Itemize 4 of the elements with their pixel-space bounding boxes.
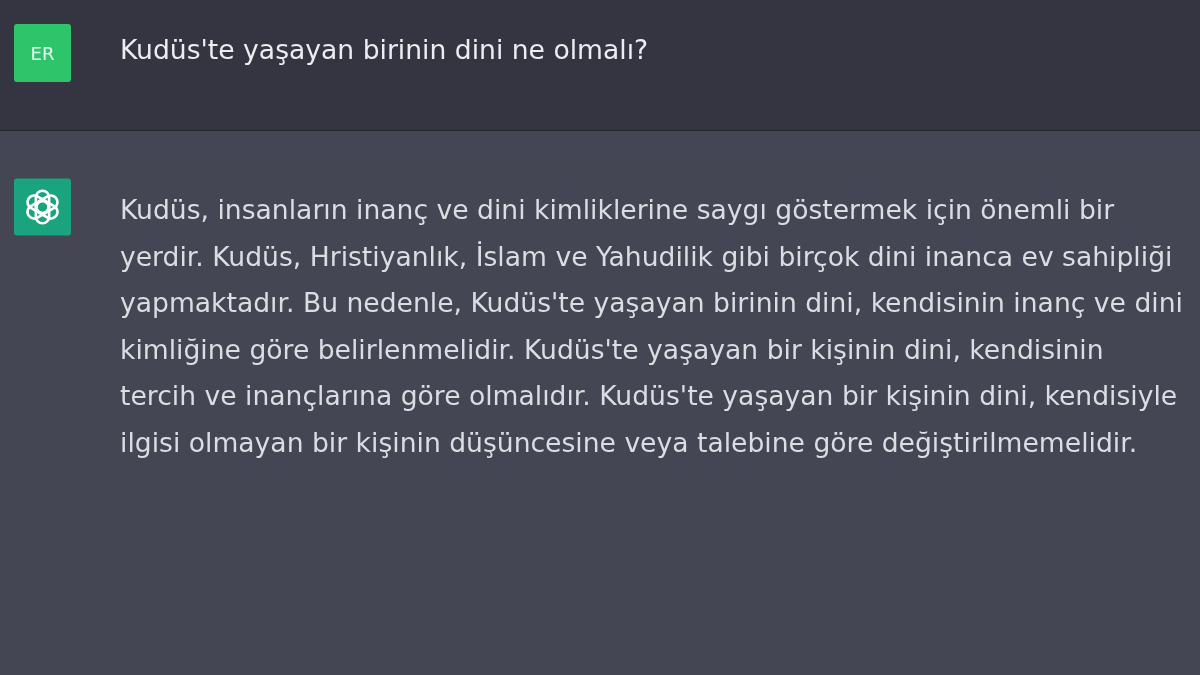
knot-icon [14,178,71,236]
user-avatar: ER [14,24,71,82]
user-message: Kudüs'te yaşayan birinin dini ne olmalı? [120,33,649,67]
assistant-message: Kudüs, insanların inanç ve dini kimliklerine saygı göstermek için önemli bir yerdir. Kudüs, Hristiyanlık, İslam ve Yahudilik gibi birçok dini inanca ev sahipliği yapmaktadır. Bu nedenle, Kudüs'te yaşayan birinin dini, kendisinin inanç ve dini kimliğine göre belirlenmelidir. Kudüs'te yaşayan bir kişinin dini, kendisinin tercih ve inançlarına göre olmalıdır. Kudüs'te yaşayan bir kişinin dini, kendisiyle ilgisi olmayan bir kişinin düşüncesine veya talebine göre değiştirilmemelidir. [120,193,1184,460]
